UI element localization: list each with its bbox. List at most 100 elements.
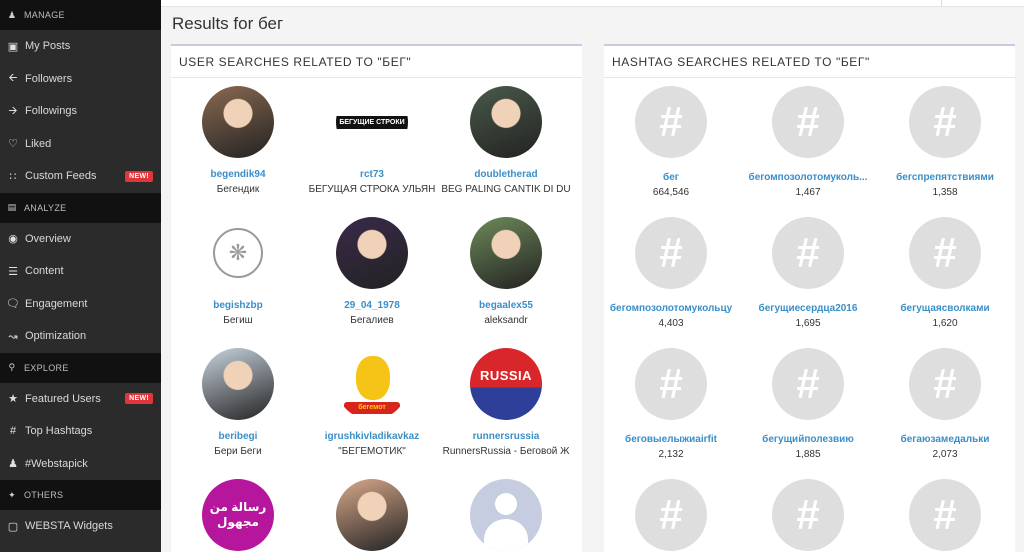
- sidebar-item-engagement[interactable]: 🗨 Engagement: [0, 288, 161, 321]
- hashtag-icon[interactable]: #: [635, 348, 707, 420]
- user-card[interactable]: RUSSIA runnersrussia RunnersRussia - Бегов…: [439, 348, 573, 457]
- avatar[interactable]: RUSSIA: [470, 348, 542, 420]
- user-card[interactable]: beribegi Бери Беги: [171, 348, 305, 457]
- avatar[interactable]: رسالة من مجهول: [202, 479, 274, 551]
- hashtag-name-link[interactable]: бегспрепятствиями: [878, 172, 1012, 183]
- hashtag-card[interactable]: # бегспрепятствиями 1,358: [878, 86, 1012, 198]
- user-username-link[interactable]: runnersrussia: [439, 431, 573, 442]
- user-fullname: BEG PALING CANTIK DI DU: [441, 184, 571, 195]
- sidebar-item-followers[interactable]: 🡨 Followers: [0, 63, 161, 96]
- sidebar-item-webstapick[interactable]: ♟ #Webstapick: [0, 448, 161, 481]
- results-prefix: Results for: [172, 14, 258, 33]
- hashtag-card[interactable]: # бегаюзамедальки 2,073: [878, 348, 1012, 460]
- hashtag-icon[interactable]: #: [909, 217, 981, 289]
- sidebar-item-liked[interactable]: ♡ Liked: [0, 128, 161, 161]
- hashtag-icon[interactable]: #: [772, 217, 844, 289]
- user-search-panel: USER SEARCHES RELATED TO "БЕГ" begendik9…: [171, 44, 582, 552]
- sidebar-item-overview[interactable]: ◉ Overview: [0, 223, 161, 256]
- avatar[interactable]: [470, 217, 542, 289]
- hashtag-card[interactable]: #: [878, 479, 1012, 551]
- hashtag-icon[interactable]: #: [909, 348, 981, 420]
- hashtag-post-count: 1,467: [795, 187, 821, 198]
- hashtag-icon[interactable]: #: [772, 479, 844, 551]
- user-card[interactable]: رسالة من مجهول: [171, 479, 305, 551]
- user-username-link[interactable]: 29_04_1978: [305, 300, 439, 311]
- hashtag-icon[interactable]: #: [635, 217, 707, 289]
- hashtag-icon[interactable]: #: [772, 86, 844, 158]
- hashtag-post-count: 1,695: [795, 318, 821, 329]
- sidebar-item-top-hashtags[interactable]: # Top Hashtags: [0, 415, 161, 448]
- avatar[interactable]: [202, 348, 274, 420]
- hashtag-name-link[interactable]: бегущиесердца2016: [741, 303, 875, 314]
- sidebar-item-label: My Posts: [25, 40, 71, 53]
- hashtag-icon[interactable]: #: [635, 86, 707, 158]
- user-card[interactable]: бегемот igrushkivladikavkaz "БЕГЕМОТИК": [305, 348, 439, 457]
- user-username-link[interactable]: begaalex55: [439, 300, 573, 311]
- hashtag-icon[interactable]: #: [909, 86, 981, 158]
- sidebar-item-custom-feeds[interactable]: ∷ Custom Feeds NEW!: [0, 160, 161, 193]
- avatar[interactable]: [336, 479, 408, 551]
- user-username-link[interactable]: rct73: [305, 169, 439, 180]
- avatar[interactable]: ❋: [202, 217, 274, 289]
- hashtag-card[interactable]: # бег 664,546: [604, 86, 738, 198]
- hashtag-icon[interactable]: #: [772, 348, 844, 420]
- section-title: OTHERS: [24, 490, 64, 500]
- user-username-link[interactable]: begishzbp: [171, 300, 305, 311]
- new-badge: NEW!: [125, 170, 153, 182]
- user-card[interactable]: 29_04_1978 Бегалиев: [305, 217, 439, 326]
- hashtag-card[interactable]: # бегомпозолотомуколь... 1,467: [741, 86, 875, 198]
- user-card[interactable]: doubletherad BEG PALING CANTIK DI DU: [439, 86, 573, 195]
- top-bar-divider: [941, 0, 942, 6]
- user-username-link[interactable]: doubletherad: [439, 169, 573, 180]
- user-username-link[interactable]: igrushkivladikavkaz: [305, 431, 439, 442]
- list-icon: ☰: [8, 265, 18, 278]
- hashtag-card[interactable]: # бегущаясволками 1,620: [878, 217, 1012, 329]
- user-card[interactable]: begendik94 Бегендик: [171, 86, 305, 195]
- user-card[interactable]: БЕГУЩИЕ СТРОКИ rct73 БЕГУЩАЯ СТРОКА УЛЬЯН: [305, 86, 439, 195]
- sidebar-item-websta-widgets[interactable]: ▢ WEBSTA Widgets: [0, 510, 161, 543]
- hashtag-card[interactable]: # бегущиесердца2016 1,695: [741, 217, 875, 329]
- user-username-link[interactable]: beribegi: [171, 431, 305, 442]
- new-badge: NEW!: [125, 393, 153, 405]
- hashtag-card[interactable]: #: [741, 479, 875, 551]
- user-fullname: БЕГУЩАЯ СТРОКА УЛЬЯН: [308, 184, 436, 195]
- avatar[interactable]: бегемот: [336, 348, 408, 420]
- hashtag-name-link[interactable]: бегомпозолотомуколь...: [741, 172, 875, 183]
- sidebar-item-featured-users[interactable]: ★ Featured Users NEW!: [0, 383, 161, 416]
- camera-icon: ▣: [7, 40, 19, 53]
- hashtag-name-link[interactable]: бегущийполезвию: [741, 434, 875, 445]
- section-analyze: ▤ ANALYZE: [0, 192, 161, 223]
- hashtag-name-link[interactable]: бегаюзамедальки: [878, 434, 1012, 445]
- user-fullname: Бегалиев: [350, 315, 394, 326]
- avatar[interactable]: [470, 86, 542, 158]
- hashtag-icon[interactable]: #: [635, 479, 707, 551]
- hashtag-search-panel: HASHTAG SEARCHES RELATED TO "БЕГ" # бег 66…: [604, 44, 1015, 552]
- user-card[interactable]: ❋ begishzbp Бегиш: [171, 217, 305, 326]
- user-username-link[interactable]: begendik94: [171, 169, 305, 180]
- hashtag-name-link[interactable]: бегомпозолотомукольцу: [604, 303, 738, 314]
- avatar[interactable]: БЕГУЩИЕ СТРОКИ: [336, 86, 408, 158]
- hashtag-name-link[interactable]: беговыелыжиairfit: [604, 434, 738, 445]
- user-card[interactable]: [439, 479, 573, 551]
- hashtag-card[interactable]: # беговыелыжиairfit 2,132: [604, 348, 738, 460]
- magic-wand-icon: ✦: [8, 489, 16, 500]
- avatar[interactable]: [202, 86, 274, 158]
- results-query: бег: [257, 14, 284, 33]
- hashtag-name-link[interactable]: бег: [604, 172, 738, 183]
- hashtag-card[interactable]: #: [604, 479, 738, 551]
- avatar[interactable]: [470, 479, 542, 551]
- user-card[interactable]: [305, 479, 439, 551]
- sidebar-item-my-posts[interactable]: ▣ My Posts: [0, 30, 161, 63]
- section-title: MANAGE: [24, 10, 65, 20]
- hashtag-panel-title: HASHTAG SEARCHES RELATED TO "БЕГ": [604, 46, 1015, 78]
- hashtag-card[interactable]: # бегущийполезвию 1,885: [741, 348, 875, 460]
- hashtag-card[interactable]: # бегомпозолотомукольцу 4,403: [604, 217, 738, 329]
- sidebar-item-optimization[interactable]: ↝ Optimization: [0, 320, 161, 353]
- sidebar-item-followings[interactable]: 🡪 Followings: [0, 95, 161, 128]
- sidebar-item-content[interactable]: ☰ Content: [0, 255, 161, 288]
- dashboard-icon: ◉: [8, 233, 18, 246]
- avatar[interactable]: [336, 217, 408, 289]
- user-card[interactable]: begaalex55 aleksandr: [439, 217, 573, 326]
- hashtag-name-link[interactable]: бегущаясволками: [878, 303, 1012, 314]
- hashtag-icon[interactable]: #: [909, 479, 981, 551]
